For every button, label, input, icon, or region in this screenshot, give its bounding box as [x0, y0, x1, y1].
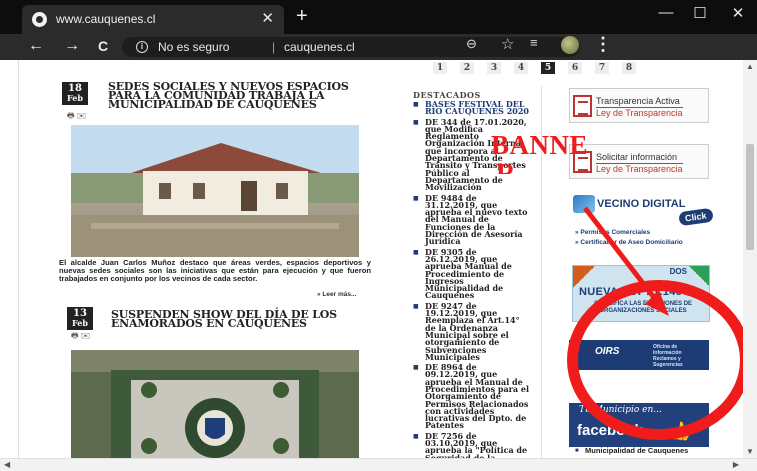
destacado-item[interactable]: DE 9484 de 31.12.2019, que aprueba el nu… — [413, 194, 531, 246]
news-date-badge: 18 Feb — [62, 82, 88, 105]
annotation-label-line2: R — [496, 159, 516, 174]
scroll-right-icon[interactable]: ▶ — [733, 460, 739, 469]
profile-avatar[interactable] — [561, 36, 579, 54]
news-image-aerial-plaza[interactable] — [71, 350, 359, 458]
browser-tab[interactable]: www.cauquenes.cl ✕ — [22, 5, 284, 34]
solicitar-informacion-button[interactable]: Solicitar información Ley de Transparenc… — [569, 144, 709, 179]
news-month: Feb — [67, 93, 83, 103]
new-tab-button[interactable]: + — [296, 6, 308, 26]
extension-icon[interactable]: ≡ — [530, 35, 538, 50]
page-link[interactable]: 8 — [622, 62, 636, 74]
globe-icon — [32, 12, 47, 27]
window-maximize-button[interactable]: ☐ — [685, 4, 715, 22]
web-page: 1 2 3 4 5 6 7 8 18 Feb SEDES SOCIALES Y … — [18, 60, 743, 458]
zoom-icon[interactable]: ⊖ — [466, 36, 477, 52]
browser-menu-icon[interactable]: ⋮ — [594, 34, 612, 55]
reload-button[interactable]: C — [98, 37, 108, 55]
horizontal-scrollbar[interactable]: ◀ ▶ — [0, 458, 757, 471]
read-more-link[interactable]: » Leer más... — [317, 291, 356, 298]
url-text[interactable]: cauquenes.cl — [284, 37, 355, 57]
document-icon — [573, 95, 592, 117]
forward-button[interactable]: → — [64, 37, 80, 55]
transparencia-subtitle: Ley de Transparencia — [596, 107, 683, 118]
destacado-item[interactable]: DE 7256 de 03.10.2019, que aprueba la "P… — [413, 432, 531, 458]
info-icon[interactable]: i — [136, 41, 148, 53]
destacado-item[interactable]: DE 9247 de 19.12.2019, que Reemplaza el … — [413, 302, 531, 361]
page-link[interactable]: 1 — [433, 62, 447, 74]
page-link[interactable]: 7 — [595, 62, 609, 74]
tab-close-icon[interactable]: ✕ — [261, 9, 274, 27]
destacado-item[interactable]: BASES FESTIVAL DEL RÍO CAUQUENES 2020 — [413, 100, 531, 116]
solicitar-title: Solicitar información — [596, 152, 678, 162]
vertical-scrollbar[interactable]: ▲ ▼ — [743, 60, 757, 458]
transparencia-title: Transparencia Activa — [596, 96, 680, 106]
scroll-left-icon[interactable]: ◀ — [4, 460, 10, 469]
pagination: 1 2 3 4 5 6 7 8 — [433, 62, 649, 74]
scroll-down-icon[interactable]: ▼ — [746, 447, 754, 456]
transparencia-activa-button[interactable]: Transparencia Activa Ley de Transparenci… — [569, 88, 709, 123]
back-button[interactable]: ← — [28, 37, 44, 55]
destacado-item[interactable]: DE 9305 de 26.12.2019, que aprueba Manua… — [413, 248, 531, 300]
star-icon[interactable]: ☆ — [501, 35, 514, 53]
news-tools-icons[interactable]: 🖶 ✉ — [67, 110, 86, 124]
security-label: No es seguro — [158, 40, 230, 54]
annotation-label: BANNE — [491, 130, 589, 160]
scroll-up-icon[interactable]: ▲ — [746, 62, 754, 71]
news-title[interactable]: SEDES SOCIALES Y NUEVOS ESPACIOS PARA LA… — [108, 81, 378, 110]
scroll-thumb[interactable] — [746, 144, 754, 250]
news-month: Feb — [72, 318, 88, 328]
solicitar-subtitle: Ley de Transparencia — [596, 163, 683, 174]
page-link[interactable]: 4 — [514, 62, 528, 74]
page-link[interactable]: 2 — [460, 62, 474, 74]
news-image-community-building[interactable] — [71, 125, 359, 257]
facebook-link[interactable]: Municipalidad de Cauquenes — [575, 447, 688, 456]
news-summary: El alcalde Juan Carlos Muñoz destaco que… — [59, 258, 371, 283]
page-link[interactable]: 3 — [487, 62, 501, 74]
destacado-item[interactable]: DE 8964 de 09.12.2019, que aprueba el Ma… — [413, 363, 531, 430]
news-title[interactable]: SUSPENDEN SHOW DEL DÍA DE LOS ENAMORADOS… — [111, 309, 361, 329]
page-link-active[interactable]: 5 — [541, 62, 555, 74]
url-separator: | — [272, 40, 276, 54]
tab-title: www.cauquenes.cl — [56, 12, 156, 26]
vecino-click-button[interactable]: Click — [678, 207, 714, 227]
page-link[interactable]: 6 — [568, 62, 582, 74]
tab-bar: www.cauquenes.cl ✕ + — ☐ ✕ — [0, 0, 757, 34]
window-minimize-button[interactable]: — — [651, 4, 681, 21]
annotation-circle — [567, 280, 743, 440]
news-tools-icons[interactable]: 🖶 ✉ — [71, 330, 90, 344]
window-close-button[interactable]: ✕ — [723, 4, 753, 22]
browser-toolbar: ← → C i No es seguro | cauquenes.cl — [0, 34, 757, 60]
news-date-badge: 13 Feb — [67, 307, 93, 330]
